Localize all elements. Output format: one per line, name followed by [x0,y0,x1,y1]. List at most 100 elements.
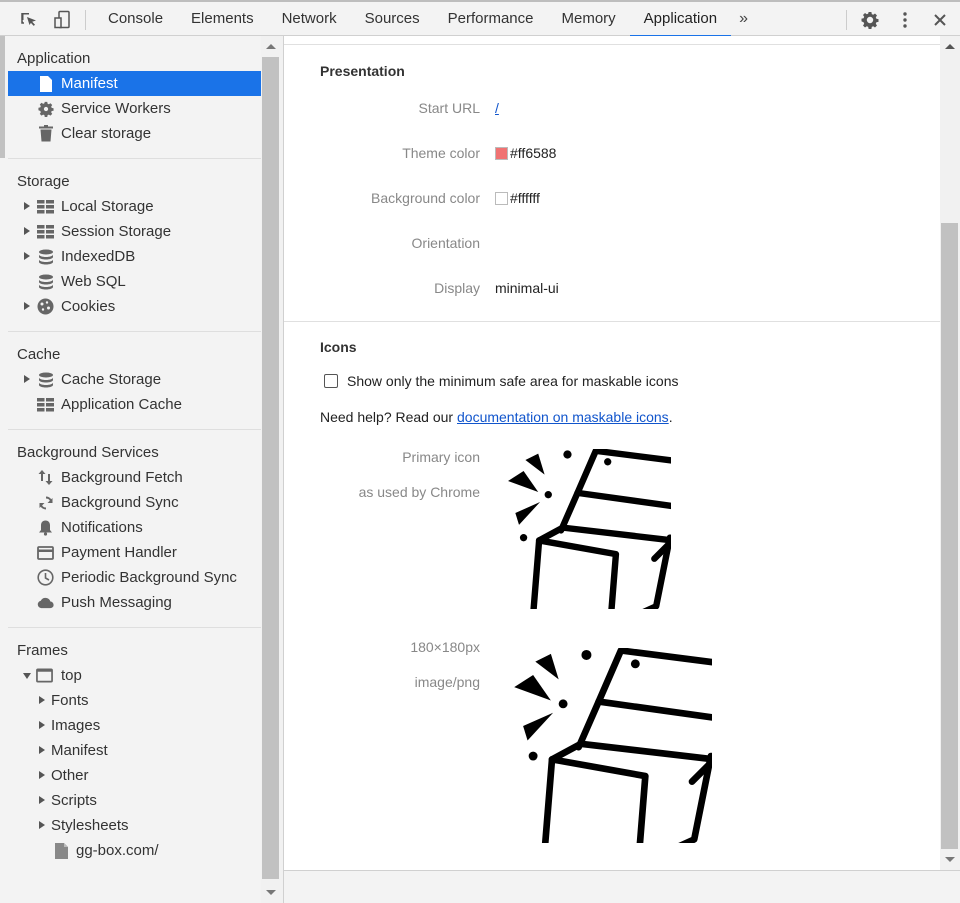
sidebar-item-background-fetch[interactable]: Background Fetch [8,465,261,490]
sidebar-section-title: Application [17,50,91,67]
expand-arrow-icon[interactable] [39,796,45,804]
theme-color-value: #ff6588 [495,145,556,161]
scroll-down-arrow-icon[interactable] [945,857,955,862]
tab-application[interactable]: Application [629,2,732,37]
sidebar-item-scripts[interactable]: Scripts [8,788,261,813]
sidebar-item-stylesheets[interactable]: Stylesheets [8,813,261,838]
cloud-icon [37,594,54,611]
more-tabs-button[interactable]: » [731,2,756,36]
expand-arrow-icon[interactable] [39,771,45,779]
credit-card-icon [37,544,54,561]
sidebar-item-images[interactable]: Images [8,713,261,738]
up-down-arrows-icon [37,469,54,486]
devtools-window: Console Elements Network Sources Perform… [0,0,960,903]
sidebar-item-label: Manifest [51,742,108,759]
sidebar-item-frame-top[interactable]: top [8,663,261,688]
sidebar-section-cache: Cache Cache Storage Application Cache [8,332,261,430]
sidebar-section-title: Cache [17,346,61,363]
expand-arrow-icon[interactable] [24,375,30,383]
background-color-swatch [495,191,508,205]
scroll-down-arrow-icon[interactable] [266,890,276,895]
sidebar-scrollbar[interactable] [261,36,283,903]
gear-icon[interactable] [858,8,882,32]
scroll-up-arrow-icon[interactable] [945,44,955,49]
tab-performance[interactable]: Performance [434,2,548,36]
maskable-checkbox-row[interactable]: Show only the minimum safe area for mask… [324,373,678,389]
collapse-arrow-icon[interactable] [23,673,31,679]
sidebar-item-periodic-background-sync[interactable]: Periodic Background Sync [8,565,261,590]
grid-icon [37,198,54,215]
sidebar-item-push-messaging[interactable]: Push Messaging [8,590,261,615]
sidebar-item-indexeddb[interactable]: IndexedDB [8,244,261,269]
icons-heading: Icons [320,339,357,355]
sidebar-item-cache-storage[interactable]: Cache Storage [8,367,261,392]
maskable-docs-link[interactable]: documentation on maskable icons [457,409,669,425]
file-icon [53,842,70,859]
sidebar-item-notifications[interactable]: Notifications [8,515,261,540]
maskable-checkbox-label[interactable]: Show only the minimum safe area for mask… [347,373,678,389]
theme-color-swatch [495,146,508,160]
help-suffix: . [668,409,673,425]
sidebar-item-label: Session Storage [61,223,172,240]
sidebar-item-web-sql[interactable]: Web SQL [8,269,261,294]
tab-console[interactable]: Console [94,2,177,36]
tab-memory[interactable]: Memory [548,2,630,36]
expand-arrow-icon[interactable] [39,696,45,704]
file-icon [37,75,54,92]
maskable-checkbox[interactable] [324,374,338,388]
main-scrollbar[interactable] [940,36,960,870]
tab-network[interactable]: Network [268,2,351,36]
sidebar-item-label: Periodic Background Sync [61,569,237,586]
device-toolbar-icon[interactable] [50,8,74,32]
start-url-label: Start URL [418,100,480,116]
theme-color-label: Theme color [402,145,480,161]
start-url-link[interactable]: / [495,100,499,116]
tab-sources[interactable]: Sources [351,2,434,36]
outer-scrollbar-thumb[interactable] [0,36,5,158]
sidebar-item-local-storage[interactable]: Local Storage [8,194,261,219]
expand-arrow-icon[interactable] [39,746,45,754]
gear-icon [37,100,54,117]
sidebar-item-label: Local Storage [61,198,154,215]
sidebar-item-fonts[interactable]: Fonts [8,688,261,713]
sidebar-item-label: Push Messaging [61,594,172,611]
devtools-toolbar: Console Elements Network Sources Perform… [0,0,960,37]
sidebar-item-application-cache[interactable]: Application Cache [8,392,261,417]
sidebar-item-manifest-frame[interactable]: Manifest [8,738,261,763]
sidebar-item-label: Stylesheets [51,817,129,834]
close-icon[interactable] [928,8,952,32]
trash-icon [37,125,54,142]
expand-arrow-icon[interactable] [39,821,45,829]
sidebar-item-other[interactable]: Other [8,763,261,788]
expand-arrow-icon[interactable] [39,721,45,729]
sidebar-item-background-sync[interactable]: Background Sync [8,490,261,515]
outer-scrollbar[interactable] [0,36,8,903]
expand-arrow-icon[interactable] [24,302,30,310]
tab-elements[interactable]: Elements [177,2,268,36]
sidebar-item-clear-storage[interactable]: Clear storage [8,121,261,146]
open-box-icon [512,647,747,865]
inspect-element-icon[interactable] [17,8,41,32]
grid-icon [37,223,54,240]
main-scrollbar-thumb[interactable] [941,223,958,849]
kebab-menu-icon[interactable] [893,8,917,32]
section-divider [284,321,940,322]
sidebar-item-label: Service Workers [61,100,171,117]
scroll-up-arrow-icon[interactable] [266,44,276,49]
expand-arrow-icon[interactable] [24,227,30,235]
expand-arrow-icon[interactable] [24,252,30,260]
orientation-label: Orientation [411,235,480,251]
sidebar-section-frames: Frames top Fonts Images Manifest Other S… [8,628,261,875]
sync-icon [37,494,54,511]
sidebar-item-service-workers[interactable]: Service Workers [8,96,261,121]
sidebar-item-manifest[interactable]: Manifest [8,71,261,96]
expand-arrow-icon[interactable] [24,202,30,210]
sidebar-item-document[interactable]: gg-box.com/ [8,838,261,863]
help-prefix: Need help? Read our [320,409,457,425]
panel-tabs: Console Elements Network Sources Perform… [94,2,756,37]
sidebar-item-payment-handler[interactable]: Payment Handler [8,540,261,565]
sidebar-item-cookies[interactable]: Cookies [8,294,261,319]
sidebar-item-session-storage[interactable]: Session Storage [8,219,261,244]
toolbar-separator [846,10,847,30]
sidebar-scrollbar-thumb[interactable] [262,57,279,879]
